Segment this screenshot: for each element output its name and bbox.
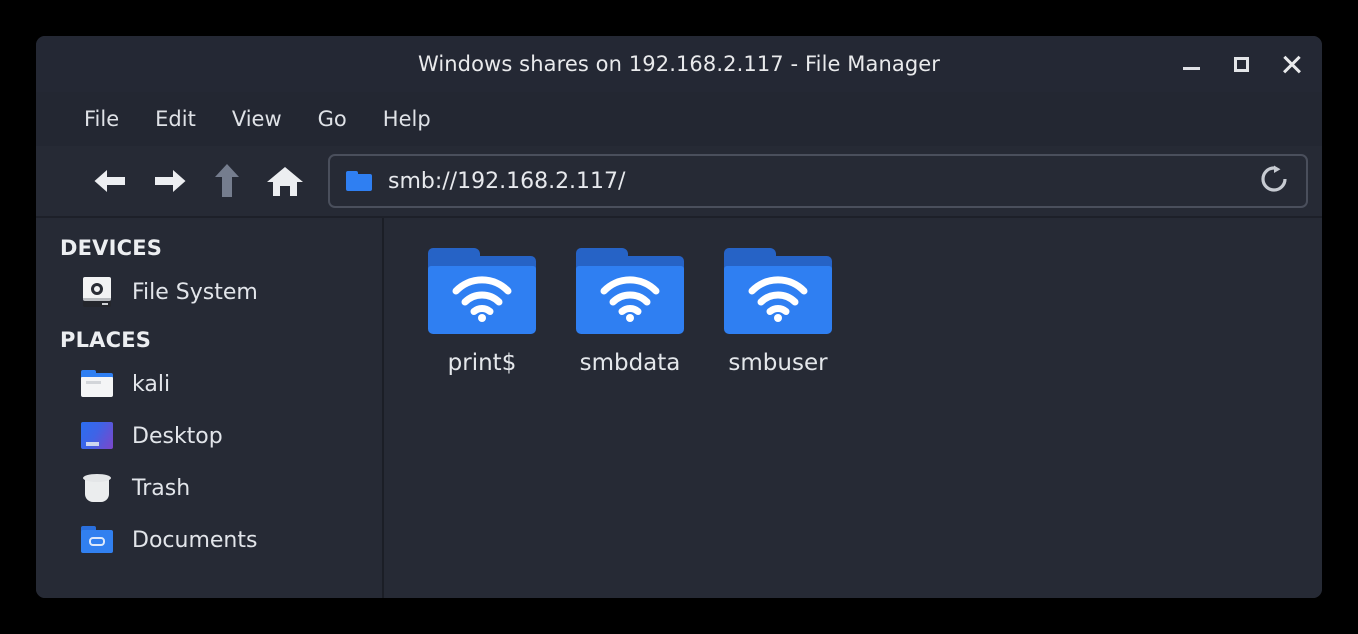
share-item-smbdata[interactable]: smbdata — [556, 242, 704, 376]
close-icon — [1282, 55, 1301, 74]
sidebar-item-documents[interactable]: Documents — [36, 514, 382, 566]
menu-item-edit[interactable]: Edit — [155, 107, 196, 131]
drive-icon — [80, 276, 114, 308]
arrow-up-icon — [211, 161, 243, 201]
reload-icon — [1259, 164, 1289, 198]
sidebar-item-label: Desktop — [132, 423, 223, 449]
sidebar-item-label: Trash — [132, 475, 191, 501]
share-item-smbuser[interactable]: smbuser — [704, 242, 852, 376]
home-icon — [266, 164, 304, 198]
home-button[interactable] — [256, 157, 314, 205]
window-title: Windows shares on 192.168.2.117 - File M… — [417, 52, 941, 76]
maximize-button[interactable] — [1226, 49, 1256, 79]
network-share-folder-icon — [576, 248, 684, 334]
arrow-right-icon — [149, 165, 189, 197]
home-folder-icon — [80, 368, 114, 400]
sidebar-item-file-system[interactable]: File System — [36, 266, 382, 318]
share-item-print[interactable]: print$ — [408, 242, 556, 376]
share-label: smbdata — [579, 350, 681, 376]
wifi-icon — [724, 270, 832, 328]
minimize-icon — [1182, 67, 1200, 70]
wifi-icon — [428, 270, 536, 328]
minimize-button[interactable] — [1176, 49, 1206, 79]
file-manager-window: Windows shares on 192.168.2.117 - File M… — [36, 36, 1322, 598]
folder-icon — [346, 171, 372, 191]
sidebar-item-kali[interactable]: kali — [36, 358, 382, 410]
menu-item-file[interactable]: File — [84, 107, 119, 131]
menu-item-go[interactable]: Go — [318, 107, 347, 131]
body-split: DEVICES File System PLACES kali Desktop — [36, 218, 1322, 598]
sidebar-item-label: Documents — [132, 527, 258, 553]
sidebar-item-trash[interactable]: Trash — [36, 462, 382, 514]
toolbar: smb://192.168.2.117/ — [36, 146, 1322, 218]
address-bar[interactable]: smb://192.168.2.117/ — [328, 154, 1308, 208]
wifi-icon — [576, 270, 684, 328]
window-controls — [1176, 36, 1306, 92]
maximize-icon — [1233, 56, 1249, 72]
trash-icon — [80, 472, 114, 504]
sidebar-section-places: PLACES — [60, 328, 152, 352]
sidebar-item-label: File System — [132, 279, 258, 305]
menu-item-view[interactable]: View — [232, 107, 282, 131]
share-label: smbuser — [728, 350, 828, 376]
address-input[interactable]: smb://192.168.2.117/ — [388, 169, 1248, 194]
forward-button[interactable] — [140, 157, 198, 205]
network-share-folder-icon — [724, 248, 832, 334]
reload-button[interactable] — [1248, 158, 1300, 204]
sidebar-section-devices: DEVICES — [60, 236, 163, 260]
up-button[interactable] — [198, 157, 256, 205]
menu-bar: File Edit View Go Help — [36, 92, 1322, 146]
documents-folder-icon — [80, 524, 114, 556]
file-list-view[interactable]: print$ smbdata smbuser — [384, 218, 1322, 598]
arrow-left-icon — [91, 165, 131, 197]
menu-item-help[interactable]: Help — [383, 107, 431, 131]
back-button[interactable] — [82, 157, 140, 205]
sidebar-item-desktop[interactable]: Desktop — [36, 410, 382, 462]
share-label: print$ — [447, 350, 517, 376]
close-button[interactable] — [1276, 49, 1306, 79]
title-bar[interactable]: Windows shares on 192.168.2.117 - File M… — [36, 36, 1322, 92]
network-share-folder-icon — [428, 248, 536, 334]
desktop-icon — [80, 420, 114, 452]
sidebar: DEVICES File System PLACES kali Desktop — [36, 218, 384, 598]
sidebar-item-label: kali — [132, 371, 171, 397]
